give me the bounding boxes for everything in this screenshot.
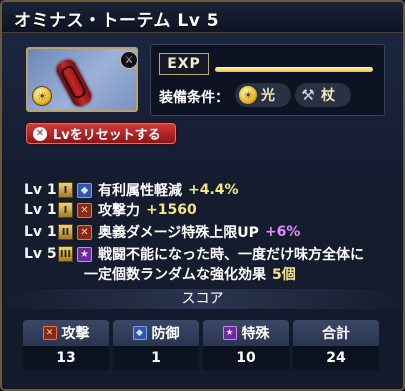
- skill-rank-badge: II: [58, 224, 73, 240]
- skill-text: 戦闘不能になった時、一度だけ味方全体に: [98, 247, 364, 263]
- staff-icon: ⚒: [301, 86, 315, 104]
- defense-icon: ◆: [77, 182, 92, 198]
- skill-level: Lv 5: [24, 246, 57, 262]
- item-icon-frame: ☀ ⚔: [26, 47, 138, 112]
- sword-icon: ⚔: [120, 51, 138, 69]
- score-label: 合計: [293, 320, 379, 346]
- score-special-label: 特殊: [241, 326, 270, 342]
- skill-row: Lv 5 III ★ 戦闘不能になった時、一度だけ味方全体に: [24, 244, 364, 264]
- item-info-box: EXP 装備条件： ☀ 光 ⚒ 杖: [150, 44, 385, 116]
- sun-icon: ☀: [239, 86, 257, 104]
- score-total-value: 24: [293, 346, 379, 370]
- skill-level: Lv 1: [24, 182, 57, 198]
- skill-row-continued: 一定個数ランダムな強化効果 5個: [84, 264, 296, 284]
- score-defense-value: 1: [113, 346, 199, 370]
- score-attack-label: 攻撃: [61, 326, 90, 342]
- red-totem-icon: [53, 57, 95, 109]
- defense-icon: ◆: [132, 326, 147, 340]
- skill-row: Lv 1 I ◆ 有利属性軽減 +4.4%: [24, 180, 239, 200]
- skill-rank-badge: I: [58, 182, 73, 198]
- equip-condition-light: ☀ 光: [235, 83, 291, 107]
- score-special: ★ 特殊 10: [203, 320, 289, 370]
- special-icon: ★: [77, 246, 92, 262]
- skill-level: Lv 1: [24, 202, 57, 218]
- skill-text: 有利属性軽減: [98, 183, 182, 199]
- awakening-item-panel: オミナス・トーテム Lv 5 ☀ ⚔ EXP 装備条件： ☀ 光 ⚒ 杖 ✕ L…: [0, 0, 405, 391]
- score-label: ★ 特殊: [203, 320, 289, 346]
- score-defense-label: 防御: [151, 326, 180, 342]
- special-icon: ★: [222, 326, 237, 340]
- equip-condition-staff-text: 杖: [321, 88, 335, 104]
- item-title: オミナス・トーテム Lv 5: [14, 11, 220, 31]
- skill-value: +1560: [146, 202, 197, 218]
- score-total-label: 合計: [322, 326, 350, 342]
- attack-icon: ✕: [42, 326, 57, 340]
- equip-condition-light-text: 光: [261, 88, 275, 104]
- reset-level-label: Lvをリセットする: [53, 128, 161, 143]
- title-bar: オミナス・トーテム Lv 5: [2, 2, 403, 33]
- skill-value: 5個: [272, 267, 296, 283]
- skill-text: 奥義ダメージ特殊上限UP: [98, 225, 259, 241]
- skill-text: 攻撃力: [98, 203, 140, 219]
- score-attack: ✕ 攻撃 13: [23, 320, 109, 370]
- skill-row: Lv 1 I ✕ 攻撃力 +1560: [24, 200, 197, 220]
- skill-rank-badge: I: [58, 202, 73, 218]
- exp-bar: [215, 67, 373, 72]
- exp-label: EXP: [159, 53, 209, 75]
- reset-level-button[interactable]: ✕ Lvをリセットする: [26, 123, 176, 144]
- score-label: ◆ 防御: [113, 320, 199, 346]
- skill-text-line2: 一定個数ランダムな強化効果: [84, 267, 266, 283]
- attack-icon: ✕: [77, 224, 92, 240]
- score-special-value: 10: [203, 346, 289, 370]
- score-table: ✕ 攻撃 13 ◆ 防御 1 ★ 特殊 10 合計 24: [2, 310, 403, 389]
- attack-icon: ✕: [77, 202, 92, 218]
- skill-level: Lv 1: [24, 224, 57, 240]
- score-attack-value: 13: [23, 346, 109, 370]
- skill-rank-badge: III: [58, 246, 73, 262]
- equip-condition-label: 装備条件：: [159, 90, 229, 106]
- score-title: スコア: [2, 289, 403, 309]
- equip-condition-staff: ⚒ 杖: [295, 83, 351, 107]
- score-label: ✕ 攻撃: [23, 320, 109, 346]
- exp-bar-fill: [215, 67, 373, 72]
- score-defense: ◆ 防御 1: [113, 320, 199, 370]
- skill-row: Lv 1 II ✕ 奥義ダメージ特殊上限UP +6%: [24, 222, 300, 242]
- skill-value: +4.4%: [188, 182, 239, 198]
- skill-value: +6%: [264, 224, 301, 240]
- score-total: 合計 24: [293, 320, 379, 370]
- light-element-icon: ☀: [32, 86, 52, 106]
- skill-list: Lv 1 I ◆ 有利属性軽減 +4.4% Lv 1 I ✕ 攻撃力 +1560…: [2, 178, 403, 288]
- close-icon: ✕: [33, 126, 47, 141]
